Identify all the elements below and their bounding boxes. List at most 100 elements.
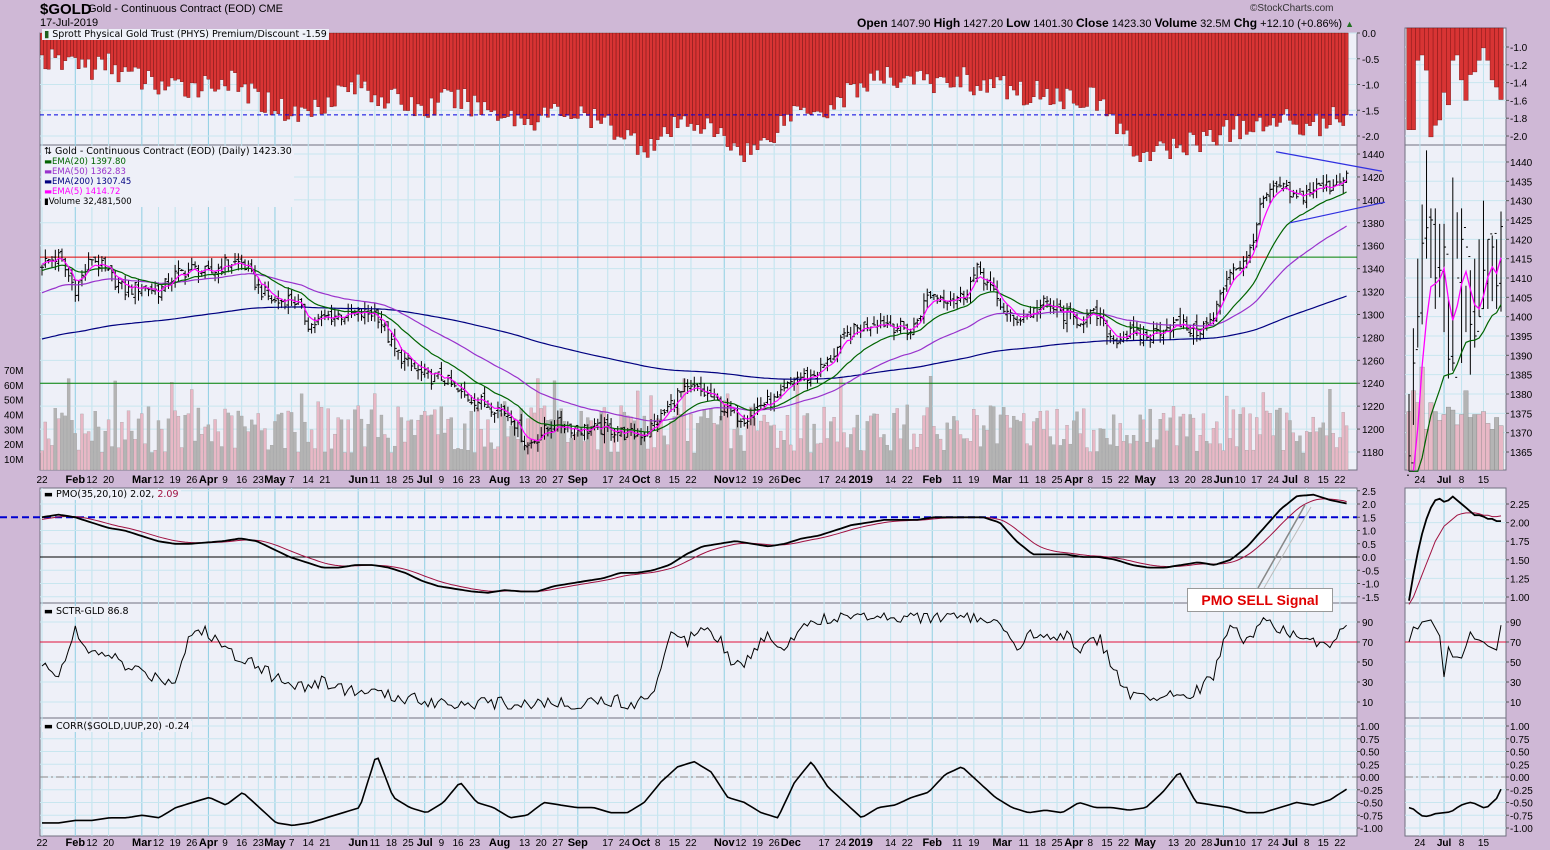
phys-bar — [1068, 32, 1073, 91]
phys-bar — [436, 32, 440, 103]
phys-bar — [259, 32, 264, 112]
phys-bar — [1168, 32, 1172, 159]
volume-bar — [150, 452, 154, 471]
phys-bar — [306, 32, 311, 112]
x-axis-label: 2019 — [848, 474, 872, 486]
phys-bar — [566, 32, 570, 116]
phys-bar — [838, 32, 843, 98]
phys-bar — [1274, 32, 1279, 127]
phys-bar — [689, 32, 693, 124]
volume-bar — [852, 427, 856, 471]
phys-bar — [602, 32, 607, 118]
phys-bar — [1031, 32, 1036, 98]
phys-bar — [1291, 32, 1296, 125]
phys-bar — [1304, 32, 1309, 124]
legend-volume-text: Volume 32,481,500 — [48, 197, 132, 207]
volume-bar — [835, 441, 840, 471]
x-axis-label: 12 — [153, 475, 165, 486]
phys-bar — [1095, 32, 1099, 111]
volume-bar — [809, 452, 813, 471]
phys-bar — [1141, 32, 1146, 153]
phys-bar — [293, 32, 297, 107]
volume-bar — [386, 437, 390, 471]
x-axis-label: 24 — [835, 475, 847, 486]
inset-price-axis-label: 1415 — [1510, 255, 1533, 266]
x-axis-label: 8 — [1304, 475, 1310, 486]
x-axis-label: Aug — [489, 474, 510, 486]
volume-bar — [1002, 407, 1006, 471]
volume-bar — [230, 415, 234, 471]
volume-bar — [1258, 434, 1262, 471]
volume-bar — [968, 441, 973, 471]
phys-bar — [1241, 32, 1246, 121]
price-axis-label: 1340 — [1362, 265, 1385, 276]
volume-bar — [576, 432, 580, 471]
volume-bar — [1281, 450, 1285, 471]
phys-bar — [479, 32, 484, 115]
volume-bar — [316, 401, 320, 471]
volume-bar — [496, 446, 500, 471]
volume-bar — [1205, 441, 1209, 471]
x-axis-label: 10 — [1235, 475, 1247, 486]
phys-bar — [715, 32, 720, 134]
volume-bar — [785, 415, 790, 471]
phys-bar — [329, 32, 334, 108]
inset-phys-bar — [1446, 27, 1451, 106]
phys-bar — [902, 32, 906, 79]
phys-bar — [486, 32, 490, 111]
phys-bar — [619, 32, 623, 138]
x-axis-label-bottom: 24 — [835, 838, 847, 849]
volume-bar — [356, 405, 360, 471]
phys-bar — [1108, 32, 1113, 115]
phys-bar — [1088, 32, 1093, 88]
legend-corr: ▬ CORR($GOLD,UUP,20) -0.24 — [42, 721, 192, 732]
volume-bar — [699, 416, 703, 471]
volume-bar — [53, 408, 57, 471]
phys-bar — [522, 32, 527, 125]
volume-bar — [1025, 443, 1029, 471]
x-axis-label-bottom: 22 — [685, 838, 697, 849]
volume-bar — [103, 430, 107, 471]
inset-corr-axis-label: -1.00 — [1510, 824, 1533, 835]
inset-pmo-axis-label: 1.25 — [1510, 574, 1530, 585]
x-axis-label-bottom: Dec — [781, 837, 801, 849]
phys-bar — [1098, 32, 1103, 101]
volume-bar — [1265, 410, 1269, 471]
volume-bar — [1075, 411, 1079, 471]
x-axis-label-bottom: 24 — [1268, 838, 1280, 849]
inset-price-axis-label: 1410 — [1510, 274, 1533, 285]
x-axis-label: 20 — [536, 475, 548, 486]
phys-bar — [226, 32, 231, 91]
phys-bar — [1338, 32, 1342, 123]
volume-bar — [672, 416, 676, 471]
volume-bar — [819, 442, 823, 471]
x-axis-label: 25 — [403, 475, 415, 486]
volume-bar — [862, 450, 866, 471]
volume-bar — [259, 430, 264, 471]
volume-bar — [925, 407, 929, 471]
x-axis-label: 19 — [752, 475, 764, 486]
x-axis-label-bottom: 16 — [452, 838, 464, 849]
inset-phys-bar — [1485, 27, 1491, 61]
phys-bar — [792, 32, 796, 107]
phys-bar — [1341, 32, 1346, 126]
phys-bar — [848, 32, 853, 85]
phys-bar — [1128, 32, 1133, 146]
volume-bar — [319, 407, 324, 471]
phys-bar — [1028, 32, 1033, 103]
x-axis-label-bottom: 17 — [602, 838, 614, 849]
volume-bar — [333, 433, 337, 471]
volume-bar — [908, 449, 913, 471]
volume-bar — [978, 446, 983, 471]
volume-bar — [1078, 433, 1082, 471]
x-axis-label-bottom: 17 — [1251, 838, 1263, 849]
volume-bar — [859, 450, 863, 471]
phys-bar — [1058, 32, 1063, 102]
volume-bar — [1241, 407, 1246, 471]
volume-bar — [849, 434, 853, 471]
x-axis-label-bottom: 15 — [1101, 838, 1113, 849]
volume-bar — [466, 450, 470, 471]
volume-bar — [469, 410, 473, 471]
volume-bar — [1118, 423, 1122, 471]
corr-axis-label: 0.00 — [1360, 773, 1380, 784]
